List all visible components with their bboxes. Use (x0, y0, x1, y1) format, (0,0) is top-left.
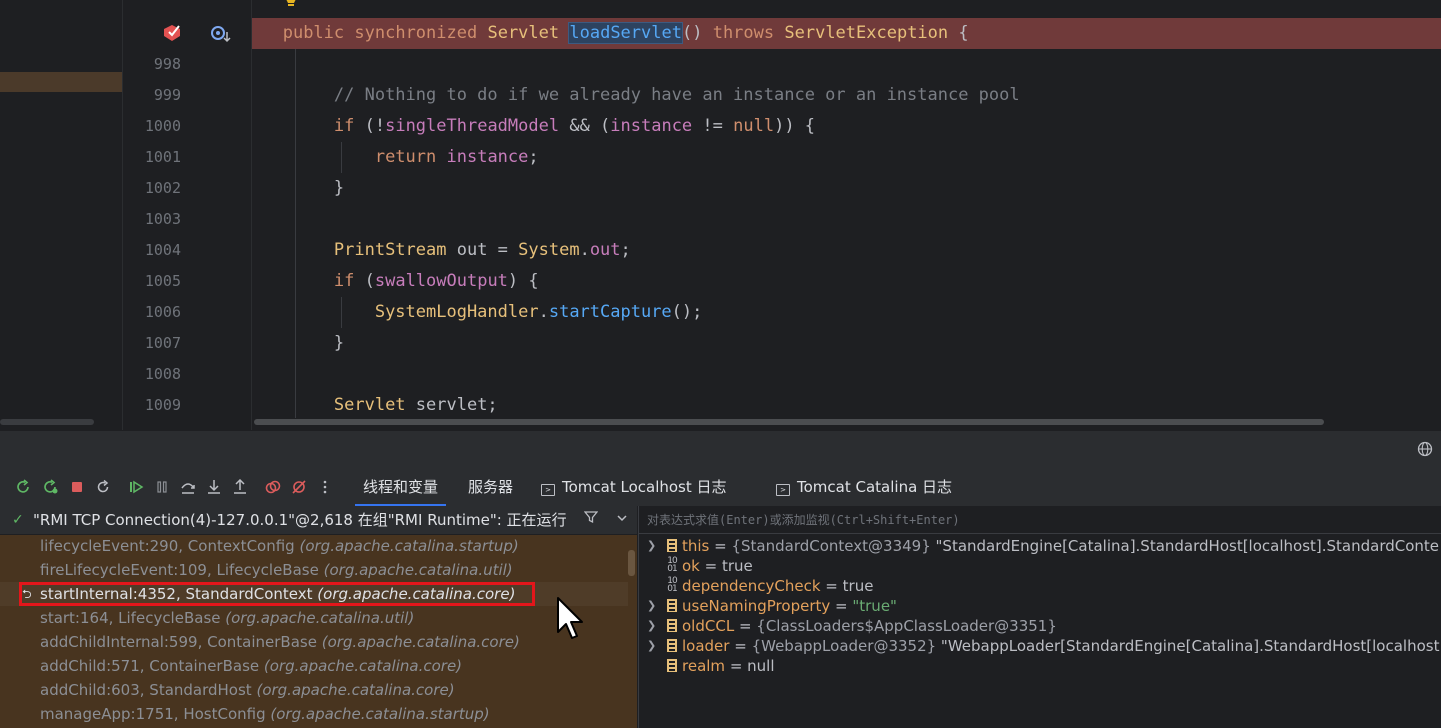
console-icon: > (541, 484, 555, 496)
line-number: 1000 (144, 117, 181, 135)
debug-toolbar: 线程和变量 服务器 > Tomcat Localhost 日志 > Tomcat C… (0, 468, 1441, 507)
stack-frame[interactable]: start:164, LifecycleBase (org.apache.cat… (0, 606, 628, 630)
pause-icon[interactable] (154, 479, 170, 495)
line-number: 998 (153, 55, 181, 73)
stack-frame[interactable]: addChildInternal:599, ContainerBase (org… (0, 630, 628, 654)
code-line-1004[interactable]: PrintStream out = System.out; (252, 235, 1441, 266)
frames-panel: ✓ "RMI TCP Connection(4)-127.0.0.1"@2,61… (0, 506, 637, 728)
mute-breakpoints-icon[interactable] (291, 479, 307, 495)
stack-frame[interactable]: lifecycleEvent:290, ContextConfig (org.a… (0, 534, 628, 558)
chevron-right-icon[interactable]: ❯ (647, 536, 656, 556)
line-number: 999 (153, 86, 181, 104)
code-editor[interactable]: 998 999 1000 1001 1002 1003 1004 1005 10… (0, 0, 1441, 430)
project-scrollbar[interactable] (0, 419, 94, 425)
breakpoint-line[interactable]: public synchronized Servlet loadServlet(… (252, 18, 1441, 49)
resume-icon[interactable] (128, 479, 144, 495)
line-number: 1003 (144, 210, 181, 228)
line-number: 1009 (144, 396, 181, 414)
variable-row[interactable]: realm = null (639, 656, 1441, 676)
line-number: 1002 (144, 179, 181, 197)
variable-row[interactable]: ❯ useNamingProperty = "true" (639, 596, 1441, 616)
editor-gutter[interactable]: 998 999 1000 1001 1002 1003 1004 1005 10… (123, 0, 252, 430)
tab-tomcat-localhost-log[interactable]: > Tomcat Localhost 日志 (541, 468, 727, 504)
primitive-icon: 10 01 (667, 556, 677, 574)
step-out-icon[interactable] (232, 478, 248, 495)
step-into-icon[interactable] (206, 479, 222, 495)
variable-row[interactable]: ❯ loader = {WebappLoader@3352} "WebappLo… (639, 636, 1441, 656)
stack-frame[interactable]: fireLifecycleEvent:109, LifecycleBase (o… (0, 558, 628, 582)
more-options-icon[interactable] (317, 479, 333, 495)
globe-icon[interactable] (1417, 441, 1433, 457)
primitive-icon: 10 01 (667, 576, 677, 594)
code-area[interactable]: public synchronized Servlet loadServlet(… (252, 0, 1441, 430)
stack-frame[interactable]: manageApp:1751, HostConfig (org.apache.c… (0, 702, 628, 726)
tab-threads-variables[interactable]: 线程和变量 (355, 468, 447, 506)
restart-icon[interactable] (95, 479, 111, 495)
code-line-999[interactable]: // Nothing to do if we already have an i… (252, 80, 1441, 111)
code-line-1001[interactable]: return instance; (252, 142, 1441, 173)
annotation-highlight-box (19, 582, 535, 606)
breakpoint-icon[interactable] (161, 22, 183, 44)
console-icon: > (776, 484, 790, 496)
project-panel-strip (0, 0, 123, 430)
view-breakpoints-icon[interactable] (265, 479, 281, 495)
step-into-target-icon[interactable] (209, 24, 233, 44)
variable-row[interactable]: 10 01 dependencyCheck = true (639, 576, 1441, 596)
lightbulb-icon[interactable] (284, 0, 298, 10)
code-line-1000[interactable]: if (!singleThreadModel && (instance != n… (252, 111, 1441, 142)
stack-frame[interactable]: addChild:571, ContainerBase (org.apache.… (0, 654, 628, 678)
evaluate-expression-input[interactable]: 对表达式求值(Enter)或添加监视(Ctrl+Shift+Enter) (639, 506, 1441, 534)
step-over-icon[interactable] (180, 479, 196, 495)
code-line-1009[interactable]: Servlet servlet; (252, 390, 1441, 421)
line-number: 1001 (144, 148, 181, 166)
method-name-highlight: loadServlet (568, 22, 683, 44)
rerun-failed-icon[interactable] (43, 479, 59, 495)
line-number: 1005 (144, 272, 181, 290)
frames-scrollbar[interactable] (628, 550, 635, 576)
variable-row[interactable]: 10 01 ok = true (639, 556, 1441, 576)
field-icon (667, 539, 677, 552)
chevron-right-icon[interactable]: ❯ (647, 616, 656, 636)
mouse-cursor-icon (557, 597, 583, 639)
code-line-1005[interactable]: if (swallowOutput) { (252, 266, 1441, 297)
thread-name: "RMI TCP Connection(4)-127.0.0.1"@2,618 … (33, 511, 567, 529)
variables-panel: 对表达式求值(Enter)或添加监视(Ctrl+Shift+Enter) ❯ t… (638, 506, 1441, 728)
stack-frame[interactable]: addChild:603, StandardHost (org.apache.c… (0, 678, 628, 702)
thread-selector[interactable]: ✓ "RMI TCP Connection(4)-127.0.0.1"@2,61… (0, 506, 637, 535)
chevron-right-icon[interactable]: ❯ (647, 596, 656, 616)
editor-horizontal-scrollbar[interactable] (254, 419, 1324, 425)
chevron-right-icon[interactable]: ❯ (647, 636, 656, 656)
chevron-down-icon[interactable] (616, 506, 628, 534)
field-icon (667, 639, 677, 652)
debug-tool-window-header (0, 430, 1441, 469)
line-number: 1007 (144, 334, 181, 352)
code-line-1007[interactable]: } (252, 328, 1441, 359)
variable-row[interactable]: ❯ this = {StandardContext@3349} "Standar… (639, 536, 1441, 556)
selected-file-marker (0, 72, 122, 92)
tab-services[interactable]: 服务器 (468, 468, 513, 504)
field-icon (667, 599, 677, 612)
field-icon (667, 619, 677, 632)
rerun-icon[interactable] (16, 479, 32, 495)
line-number: 1004 (144, 241, 181, 259)
variable-row[interactable]: ❯ oldCCL = {ClassLoaders$AppClassLoader@… (639, 616, 1441, 636)
code-line-1006[interactable]: SystemLogHandler.startCapture(); (252, 297, 1441, 328)
check-icon: ✓ (12, 512, 24, 528)
tab-tomcat-catalina-log[interactable]: > Tomcat Catalina 日志 (776, 468, 952, 504)
code-line-1002[interactable]: } (252, 173, 1441, 204)
stop-icon[interactable] (69, 479, 85, 495)
line-number: 1008 (144, 365, 181, 383)
filter-icon[interactable] (583, 506, 599, 534)
line-number: 1006 (144, 303, 181, 321)
field-icon (667, 659, 677, 672)
